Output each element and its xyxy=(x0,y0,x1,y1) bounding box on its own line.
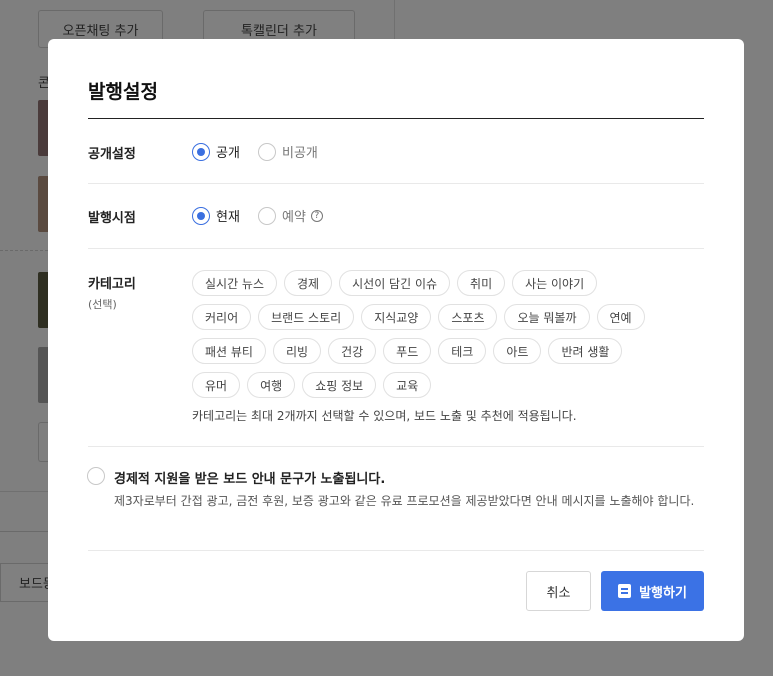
category-chip[interactable]: 건강 xyxy=(328,338,377,364)
category-chip[interactable]: 경제 xyxy=(284,270,333,296)
category-chip[interactable]: 테크 xyxy=(438,338,487,364)
category-chip[interactable]: 커리어 xyxy=(192,304,252,330)
radio-circle xyxy=(258,206,276,225)
modal-title: 발행설정 xyxy=(88,81,158,103)
visibility-label: 공개설정 xyxy=(88,147,136,162)
cancel-button-label: 취소 xyxy=(546,585,571,601)
help-icon[interactable]: ? xyxy=(310,209,323,222)
category-chip[interactable]: 유머 xyxy=(192,372,241,398)
publish-now-radio[interactable]: 현재 xyxy=(192,206,240,225)
category-chip-list: 실시간 뉴스 경제 시선이 담긴 이슈 취미 사는 이야기커리어 브랜드 스토리 지식교양 스… xyxy=(192,270,662,398)
sponsorship-description: 제3자로부터 간접 광고, 금전 후원, 보증 광고와 같은 유료 프로모션을 … xyxy=(114,494,695,508)
category-chip[interactable]: 교육 xyxy=(383,372,432,398)
sponsorship-title: 경제적 지원을 받은 보드 안내 문구가 노출됩니다. xyxy=(114,472,386,487)
radio-circle xyxy=(258,142,276,161)
category-chip[interactable]: 여행 xyxy=(247,372,296,398)
category-chip[interactable]: 연예 xyxy=(596,304,645,330)
category-chip[interactable]: 패션 뷰티 xyxy=(192,338,266,364)
category-chip[interactable]: 실시간 뉴스 xyxy=(192,270,278,296)
section-divider xyxy=(88,183,704,184)
category-chip[interactable]: 지식교양 xyxy=(361,304,432,330)
radio-label: 비공개 xyxy=(282,146,318,161)
category-chip[interactable]: 아트 xyxy=(493,338,542,364)
radio-circle xyxy=(192,206,210,225)
section-divider xyxy=(88,248,704,249)
category-chip[interactable]: 브랜드 스토리 xyxy=(258,304,355,330)
category-label: 카테고리 xyxy=(88,277,136,292)
visibility-private-radio[interactable]: 비공개 xyxy=(258,142,318,161)
radio-circle xyxy=(192,142,210,161)
category-chip[interactable]: 오늘 뭐볼까 xyxy=(504,304,590,330)
publish-button-label: 발행하기 xyxy=(639,585,687,601)
background-divider xyxy=(0,531,48,532)
background-divider xyxy=(0,250,48,251)
title-divider xyxy=(88,118,704,119)
category-chip[interactable]: 스포츠 xyxy=(438,304,498,330)
radio-label: 현재 xyxy=(216,210,240,225)
category-optional-label: (선택) xyxy=(88,298,117,311)
section-divider xyxy=(88,550,704,551)
category-chip[interactable]: 사는 이야기 xyxy=(512,270,598,296)
publish-reserve-radio[interactable]: 예약 ? xyxy=(258,206,323,225)
visibility-public-radio[interactable]: 공개 xyxy=(192,142,240,161)
category-note: 카테고리는 최대 2개까지 선택할 수 있으며, 보드 노출 및 추천에 적용됩… xyxy=(192,409,577,423)
category-chip[interactable]: 리빙 xyxy=(272,338,322,364)
category-chip[interactable]: 반려 생활 xyxy=(548,338,623,364)
category-chip[interactable]: 취미 xyxy=(457,270,506,296)
category-chip[interactable]: 시선이 담긴 이슈 xyxy=(339,270,451,296)
section-divider xyxy=(88,446,704,447)
publish-settings-modal: 발행설정 공개설정 공개 비공개 발행시점 현재 예약 ? 카테고리 (선택) … xyxy=(48,39,744,641)
radio-label: 예약 xyxy=(282,210,306,225)
sponsorship-radio[interactable] xyxy=(87,467,105,485)
radio-label: 공개 xyxy=(216,146,240,161)
category-chip[interactable]: 쇼핑 정보 xyxy=(302,372,377,398)
cancel-button[interactable]: 취소 xyxy=(526,571,591,611)
publish-button[interactable]: 발행하기 xyxy=(601,571,704,611)
category-chip[interactable]: 푸드 xyxy=(383,338,432,364)
publish-time-label: 발행시점 xyxy=(88,211,136,226)
document-icon xyxy=(618,584,632,598)
